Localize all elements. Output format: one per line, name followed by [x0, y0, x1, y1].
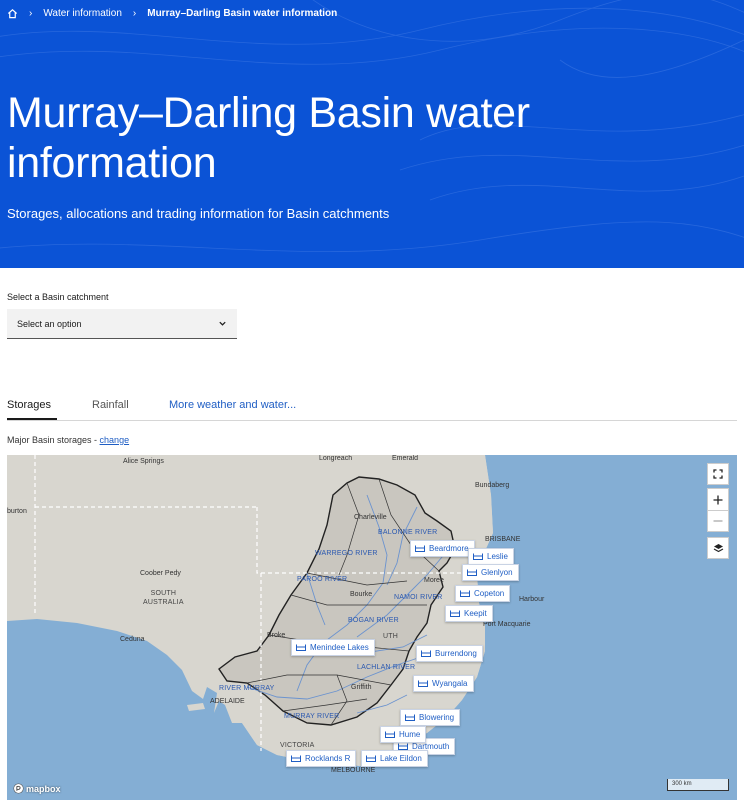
storage-rocklands[interactable]: Rocklands R: [286, 750, 357, 767]
tab-bar: Storages Rainfall More weather and water…: [7, 393, 737, 421]
region-river-murray: RIVER MURRAY: [219, 685, 275, 692]
dam-icon: [473, 553, 483, 560]
town-port-macquarie: Port Macquarie: [483, 621, 531, 628]
hero-banner: › Water information › Murray–Darling Bas…: [0, 0, 744, 268]
region-murray-river: MURRAY RIVER: [284, 713, 340, 720]
region-warrego-river: WARREGO RIVER: [315, 550, 378, 557]
layers-icon: [713, 543, 723, 552]
zoom-in-button[interactable]: [707, 488, 729, 510]
storage-burrendong[interactable]: Burrendong: [416, 645, 483, 662]
tab-more-weather[interactable]: More weather and water...: [169, 399, 296, 411]
storage-label: Lake Eildon: [380, 754, 422, 763]
storage-wyangala[interactable]: Wyangala: [413, 675, 474, 692]
storage-glenlyon[interactable]: Glenlyon: [462, 564, 519, 581]
page-subtitle: Storages, allocations and trading inform…: [7, 206, 390, 221]
town-moree: Moree: [424, 577, 444, 584]
change-storages-link[interactable]: change: [100, 435, 130, 445]
catchment-select[interactable]: Select an option: [7, 309, 237, 339]
storage-lake-eildon[interactable]: Lake Eildon: [361, 750, 428, 767]
storage-label: Hume: [399, 730, 421, 739]
mapbox-icon: [13, 783, 24, 794]
region-lachlan-river: LACHLAN RIVER: [357, 664, 416, 671]
town-bundaberg: Bundaberg: [475, 482, 510, 489]
tab-storages[interactable]: Storages: [7, 399, 58, 420]
dam-icon: [450, 610, 460, 617]
region-victoria: VICTORIA: [280, 742, 315, 749]
town-emerald: Emerald: [392, 455, 419, 462]
dam-icon: [398, 743, 408, 750]
zoom-in-icon: [713, 495, 723, 504]
town-ceduna: Ceduna: [120, 636, 145, 643]
home-icon[interactable]: [7, 8, 18, 19]
breadcrumb-separator: ›: [29, 8, 33, 19]
tab-rainfall[interactable]: Rainfall: [92, 399, 129, 411]
storage-label: Rocklands R: [305, 754, 351, 763]
fullscreen-icon: [713, 469, 723, 479]
dam-icon: [415, 545, 425, 552]
dam-icon: [296, 644, 306, 651]
town-harbour: Harbour: [519, 596, 545, 603]
storage-menindee-lakes[interactable]: Menindee Lakes: [291, 639, 375, 656]
major-storages-text: Major Basin storages -: [7, 435, 100, 445]
region-paroo-river: PAROO RIVER: [297, 576, 348, 583]
breadcrumb-water-information[interactable]: Water information: [43, 8, 122, 19]
dam-icon: [385, 731, 395, 738]
region-namoi-river: NAMOI RIVER: [394, 594, 443, 601]
map-scale-bar: 300 km: [667, 779, 729, 791]
storage-label: Burrendong: [435, 649, 477, 658]
storage-label: Menindee Lakes: [310, 643, 369, 652]
town-bourke: Bourke: [350, 591, 373, 598]
catchment-select-label: Select a Basin catchment: [7, 292, 109, 302]
storage-label: Copeton: [474, 589, 505, 598]
town-coober-pedy: Coober Pedy: [140, 570, 181, 577]
storage-keepit[interactable]: Keepit: [445, 605, 493, 622]
map-base-layer: [7, 455, 737, 800]
dam-icon: [405, 714, 415, 721]
storage-label: Wyangala: [432, 679, 468, 688]
town-alice-springs: Alice Springs: [123, 458, 164, 465]
region-south-australia: SOUTH AUSTRALIA: [143, 590, 184, 606]
dam-icon: [460, 590, 470, 597]
storage-hume[interactable]: Hume: [380, 726, 427, 743]
storage-label: Keepit: [464, 609, 487, 618]
page-title: Murray–Darling Basin water information: [7, 89, 530, 187]
storage-label: Blowering: [419, 713, 455, 722]
dam-icon: [291, 755, 301, 762]
town-griffith: Griffith: [351, 684, 372, 691]
town-brisbane: BRISBANE: [485, 536, 521, 543]
storage-label: Leslie: [487, 552, 508, 561]
mapbox-logo[interactable]: mapbox: [13, 783, 61, 794]
zoom-out-button[interactable]: [707, 510, 729, 532]
mapbox-attribution: mapbox: [26, 783, 61, 794]
storage-label: Beardmore: [429, 544, 469, 553]
region-bogan-river: BOGAN RIVER: [348, 617, 399, 624]
chevron-down-icon: [219, 321, 226, 326]
town-charleville: Charleville: [354, 514, 387, 521]
storage-label: Glenlyon: [481, 568, 513, 577]
dam-icon: [366, 755, 376, 762]
breadcrumb: › Water information › Murray–Darling Bas…: [7, 8, 337, 19]
storages-map[interactable]: Longreach Emerald Alice Springs Bundaber…: [7, 455, 737, 800]
catchment-select-value: Select an option: [17, 318, 82, 329]
major-storages-line: Major Basin storages - change: [7, 435, 129, 445]
region-nsw: UTH: [383, 633, 398, 640]
breadcrumb-current-page: Murray–Darling Basin water information: [147, 8, 338, 19]
storage-copeton[interactable]: Copeton: [455, 585, 511, 602]
town-burton: burton: [7, 508, 27, 515]
town-melbourne: MELBOURNE: [331, 767, 376, 774]
region-balonne-river: BALONNE RIVER: [378, 529, 438, 536]
town-longreach: Longreach: [319, 455, 353, 462]
dam-icon: [418, 680, 428, 687]
dam-icon: [467, 569, 477, 576]
breadcrumb-separator: ›: [132, 8, 137, 19]
fullscreen-button[interactable]: [707, 463, 729, 485]
dam-icon: [421, 650, 431, 657]
layers-button[interactable]: [707, 537, 729, 559]
storage-blowering[interactable]: Blowering: [400, 709, 461, 726]
storage-leslie[interactable]: Leslie: [468, 548, 514, 565]
zoom-out-icon: [713, 520, 723, 522]
storage-beardmore[interactable]: Beardmore: [410, 540, 475, 557]
town-broken-hill: Broke: [267, 632, 286, 639]
town-adelaide: ADELAIDE: [210, 698, 245, 705]
